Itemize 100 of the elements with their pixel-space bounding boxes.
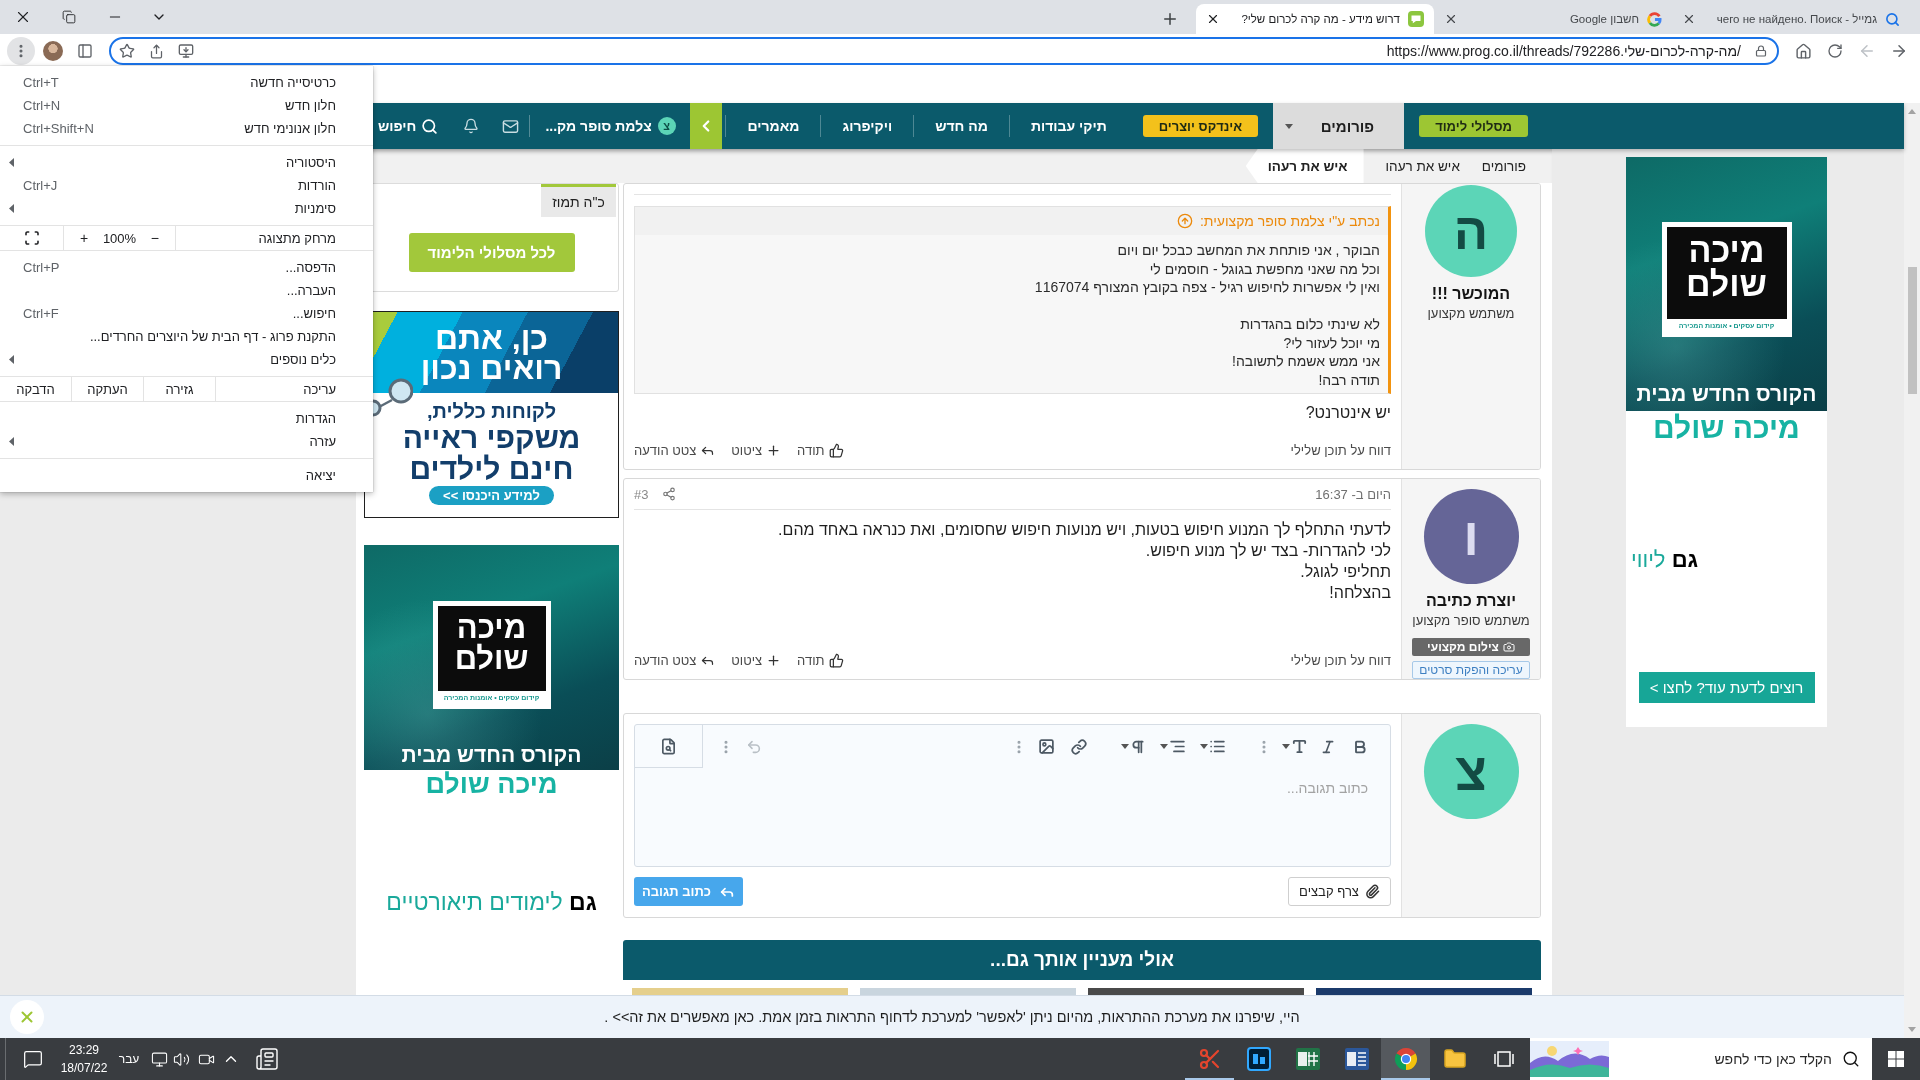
- profile-avatar[interactable]: [43, 41, 63, 61]
- scrollbar-thumb[interactable]: [1907, 267, 1917, 394]
- post-action-link[interactable]: ציטוט: [731, 442, 782, 458]
- user-avatar[interactable]: ה: [1425, 185, 1517, 277]
- nav-scroll-button[interactable]: [689, 103, 722, 149]
- four-squares-icon[interactable]: [1888, 1051, 1904, 1067]
- breadcrumb-link[interactable]: פורומים: [1481, 149, 1526, 183]
- caret-icon[interactable]: [1121, 744, 1129, 749]
- share-icon[interactable]: [149, 43, 164, 59]
- breadcrumb-link[interactable]: איש את רעהו: [1385, 149, 1460, 183]
- newspaper-icon[interactable]: [255, 1047, 279, 1071]
- language-indicator[interactable]: עבר: [108, 1038, 150, 1080]
- post-number[interactable]: #3: [634, 486, 649, 502]
- app-tile-icon[interactable]: [1246, 1047, 1271, 1071]
- nav-link[interactable]: מה חדש: [913, 115, 1009, 137]
- breadcrumb-link[interactable]: איש את רעהו: [1245, 149, 1364, 183]
- menu-item[interactable]: כלים נוספים: [0, 348, 373, 371]
- user-avatar[interactable]: ו: [1423, 489, 1519, 584]
- fullscreen-icon[interactable]: [23, 230, 40, 246]
- browser-icon[interactable]: [1393, 1047, 1418, 1071]
- editor-panel[interactable]: כתוב תגובה...: [634, 724, 1391, 867]
- document-icon[interactable]: [1344, 1047, 1369, 1071]
- bell-icon[interactable]: [463, 118, 480, 134]
- link-icon[interactable]: [1071, 738, 1087, 755]
- taskbar-search-input[interactable]: הקלד כאן כדי לחפש: [1619, 1051, 1832, 1067]
- browser-tab[interactable]: חשבון Google: [1434, 4, 1672, 34]
- post-action-link[interactable]: צטט הודעה: [634, 442, 716, 458]
- user-avatar[interactable]: צ: [657, 117, 676, 135]
- reload-icon[interactable]: [1827, 43, 1843, 59]
- submenu-arrow-icon[interactable]: [9, 204, 14, 213]
- zoom-out-button[interactable]: −: [150, 230, 159, 246]
- speaker-icon[interactable]: [172, 1050, 190, 1068]
- nav-tab[interactable]: פורומים: [1273, 103, 1405, 149]
- new-tab-icon[interactable]: [1161, 10, 1179, 28]
- close-icon[interactable]: [1206, 12, 1220, 26]
- nav-link[interactable]: ויקיפרוג: [820, 115, 914, 137]
- caret-icon[interactable]: [1160, 744, 1168, 749]
- menu-item[interactable]: העברה...: [0, 279, 373, 302]
- menu-item[interactable]: היסטוריה: [0, 151, 373, 174]
- menu-item[interactable]: הגדרות: [0, 407, 373, 430]
- post-action-link[interactable]: תודה: [797, 652, 844, 668]
- close-icon[interactable]: [1682, 12, 1696, 26]
- task-view-icon[interactable]: [1493, 1050, 1514, 1068]
- user-avatar[interactable]: צ: [1423, 724, 1519, 819]
- taskbar-search-field[interactable]: הקלד כאן כדי לחפש: [1530, 1038, 1872, 1080]
- spreadsheet-icon[interactable]: [1295, 1047, 1320, 1071]
- post-action-link[interactable]: ציטוט: [731, 652, 782, 668]
- text-size-icon[interactable]: [1291, 738, 1308, 755]
- address-bar[interactable]: https://www.prog.co.il/threads/מה-קרה-לכרום-שלי.792286/: [109, 37, 1779, 65]
- browser-tab[interactable]: גמייל - чего не найдено. Поиск: [1672, 4, 1910, 34]
- share-icon[interactable]: [662, 487, 677, 501]
- user-name[interactable]: יוצרת כתיבה: [1426, 592, 1516, 610]
- install-icon[interactable]: [178, 43, 194, 59]
- paragraph-icon[interactable]: [1130, 738, 1146, 755]
- preview-button[interactable]: [635, 725, 703, 768]
- menu-item[interactable]: סימניות: [0, 197, 373, 220]
- address-input[interactable]: https://www.prog.co.il/threads/מה-קרה-לכרום-שלי.792286/: [208, 43, 1741, 59]
- close-icon[interactable]: [1444, 12, 1458, 26]
- search-icon[interactable]: [421, 117, 439, 135]
- reply-field[interactable]: כתוב תגובה...: [635, 768, 1390, 866]
- nav-pill-link[interactable]: אינדקס יוצרים: [1142, 115, 1259, 137]
- monitor-icon[interactable]: [150, 1050, 168, 1068]
- scissors-icon[interactable]: [1197, 1047, 1222, 1071]
- home-icon[interactable]: [1794, 42, 1812, 60]
- post-action-link[interactable]: צטט הודעה: [634, 652, 716, 668]
- taskbar-clock[interactable]: 23:29 18/07/22: [60, 1038, 108, 1080]
- browser-tab[interactable]: דרוש מידע - מה קרה לכרום שלי?: [1196, 4, 1434, 34]
- nav-pill-link[interactable]: מסלולי לימוד: [1419, 115, 1528, 137]
- submenu-arrow-icon[interactable]: [9, 355, 14, 364]
- nav-link[interactable]: תיקי עבודות: [1008, 115, 1128, 137]
- italic-icon[interactable]: [1320, 738, 1336, 755]
- caret-icon[interactable]: [1282, 744, 1290, 749]
- menu-item[interactable]: יציאה: [0, 464, 373, 487]
- nav-link[interactable]: מאמרים: [725, 115, 821, 137]
- caret-icon[interactable]: [1285, 123, 1294, 129]
- attach-files-button[interactable]: צרף קבצים: [1288, 877, 1391, 906]
- star-icon[interactable]: [119, 43, 135, 59]
- submenu-arrow-icon[interactable]: [9, 158, 14, 167]
- submenu-arrow-icon[interactable]: [9, 437, 14, 446]
- post-action-link[interactable]: תודה: [797, 442, 844, 458]
- sidebar-icon[interactable]: [77, 43, 93, 59]
- folder-icon[interactable]: [1442, 1047, 1467, 1071]
- restore-icon[interactable]: [62, 10, 76, 24]
- caret-icon[interactable]: [1200, 744, 1208, 749]
- back-icon[interactable]: [1890, 42, 1908, 60]
- user-menu-link[interactable]: צ צלמת סופר מק...: [545, 117, 676, 135]
- taskbar-app-button[interactable]: [1381, 1038, 1430, 1080]
- list-icon[interactable]: [1209, 738, 1226, 755]
- image-icon[interactable]: [1038, 738, 1055, 755]
- bold-icon[interactable]: [1352, 738, 1368, 755]
- report-link[interactable]: דווח על תוכן שלילי: [1290, 652, 1391, 668]
- envelope-icon[interactable]: [502, 117, 520, 135]
- search-link[interactable]: חיפוש: [378, 117, 439, 135]
- menu-item[interactable]: עזרה: [0, 430, 373, 453]
- report-link[interactable]: דווח על תוכן שלילי: [1290, 442, 1391, 458]
- zoom-in-button[interactable]: +: [80, 230, 89, 246]
- user-name[interactable]: המוכשר !!!: [1431, 285, 1511, 303]
- align-icon[interactable]: [1169, 738, 1186, 755]
- menu-item[interactable]: התקנת פרוג - דף הבית של היוצרים החרדים...: [0, 325, 373, 348]
- notifications-icon[interactable]: [23, 1049, 43, 1069]
